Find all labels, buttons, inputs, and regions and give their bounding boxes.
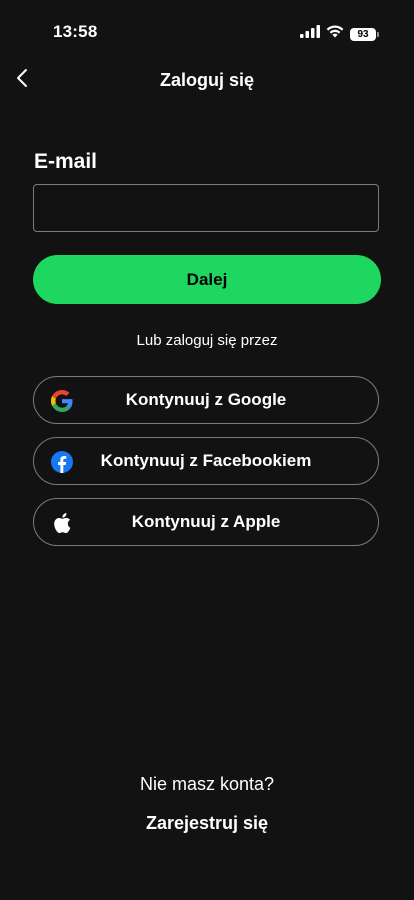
- email-label: E-mail: [34, 150, 98, 173]
- battery-icon: 93: [350, 27, 379, 41]
- apple-button-label: Kontynuuj z Apple: [131, 512, 281, 531]
- page-title: Zaloguj się: [159, 70, 255, 90]
- status-bar: 13:58 93: [0, 0, 414, 56]
- status-time: 13:58: [53, 22, 98, 41]
- cellular-signal-icon: [300, 25, 320, 43]
- facebook-button-label: Kontynuuj z Facebookiem: [100, 451, 312, 470]
- nav-bar: Zaloguj się: [0, 56, 414, 106]
- email-field[interactable]: [33, 184, 379, 232]
- register-link[interactable]: Zarejestruj się: [0, 813, 414, 834]
- google-button-label: Kontynuuj z Google: [125, 390, 287, 409]
- wifi-icon: [326, 25, 344, 43]
- continue-with-google-button[interactable]: Kontynuuj z Google: [33, 376, 379, 424]
- status-icons: 93: [300, 25, 379, 43]
- no-account-text: Nie masz konta?: [139, 774, 275, 794]
- alt-login-divider: Lub zaloguj się przez: [136, 332, 278, 349]
- next-button[interactable]: Dalej: [33, 255, 381, 304]
- continue-with-facebook-button[interactable]: Kontynuuj z Facebookiem: [33, 437, 379, 485]
- continue-with-apple-button[interactable]: Kontynuuj z Apple: [33, 498, 379, 546]
